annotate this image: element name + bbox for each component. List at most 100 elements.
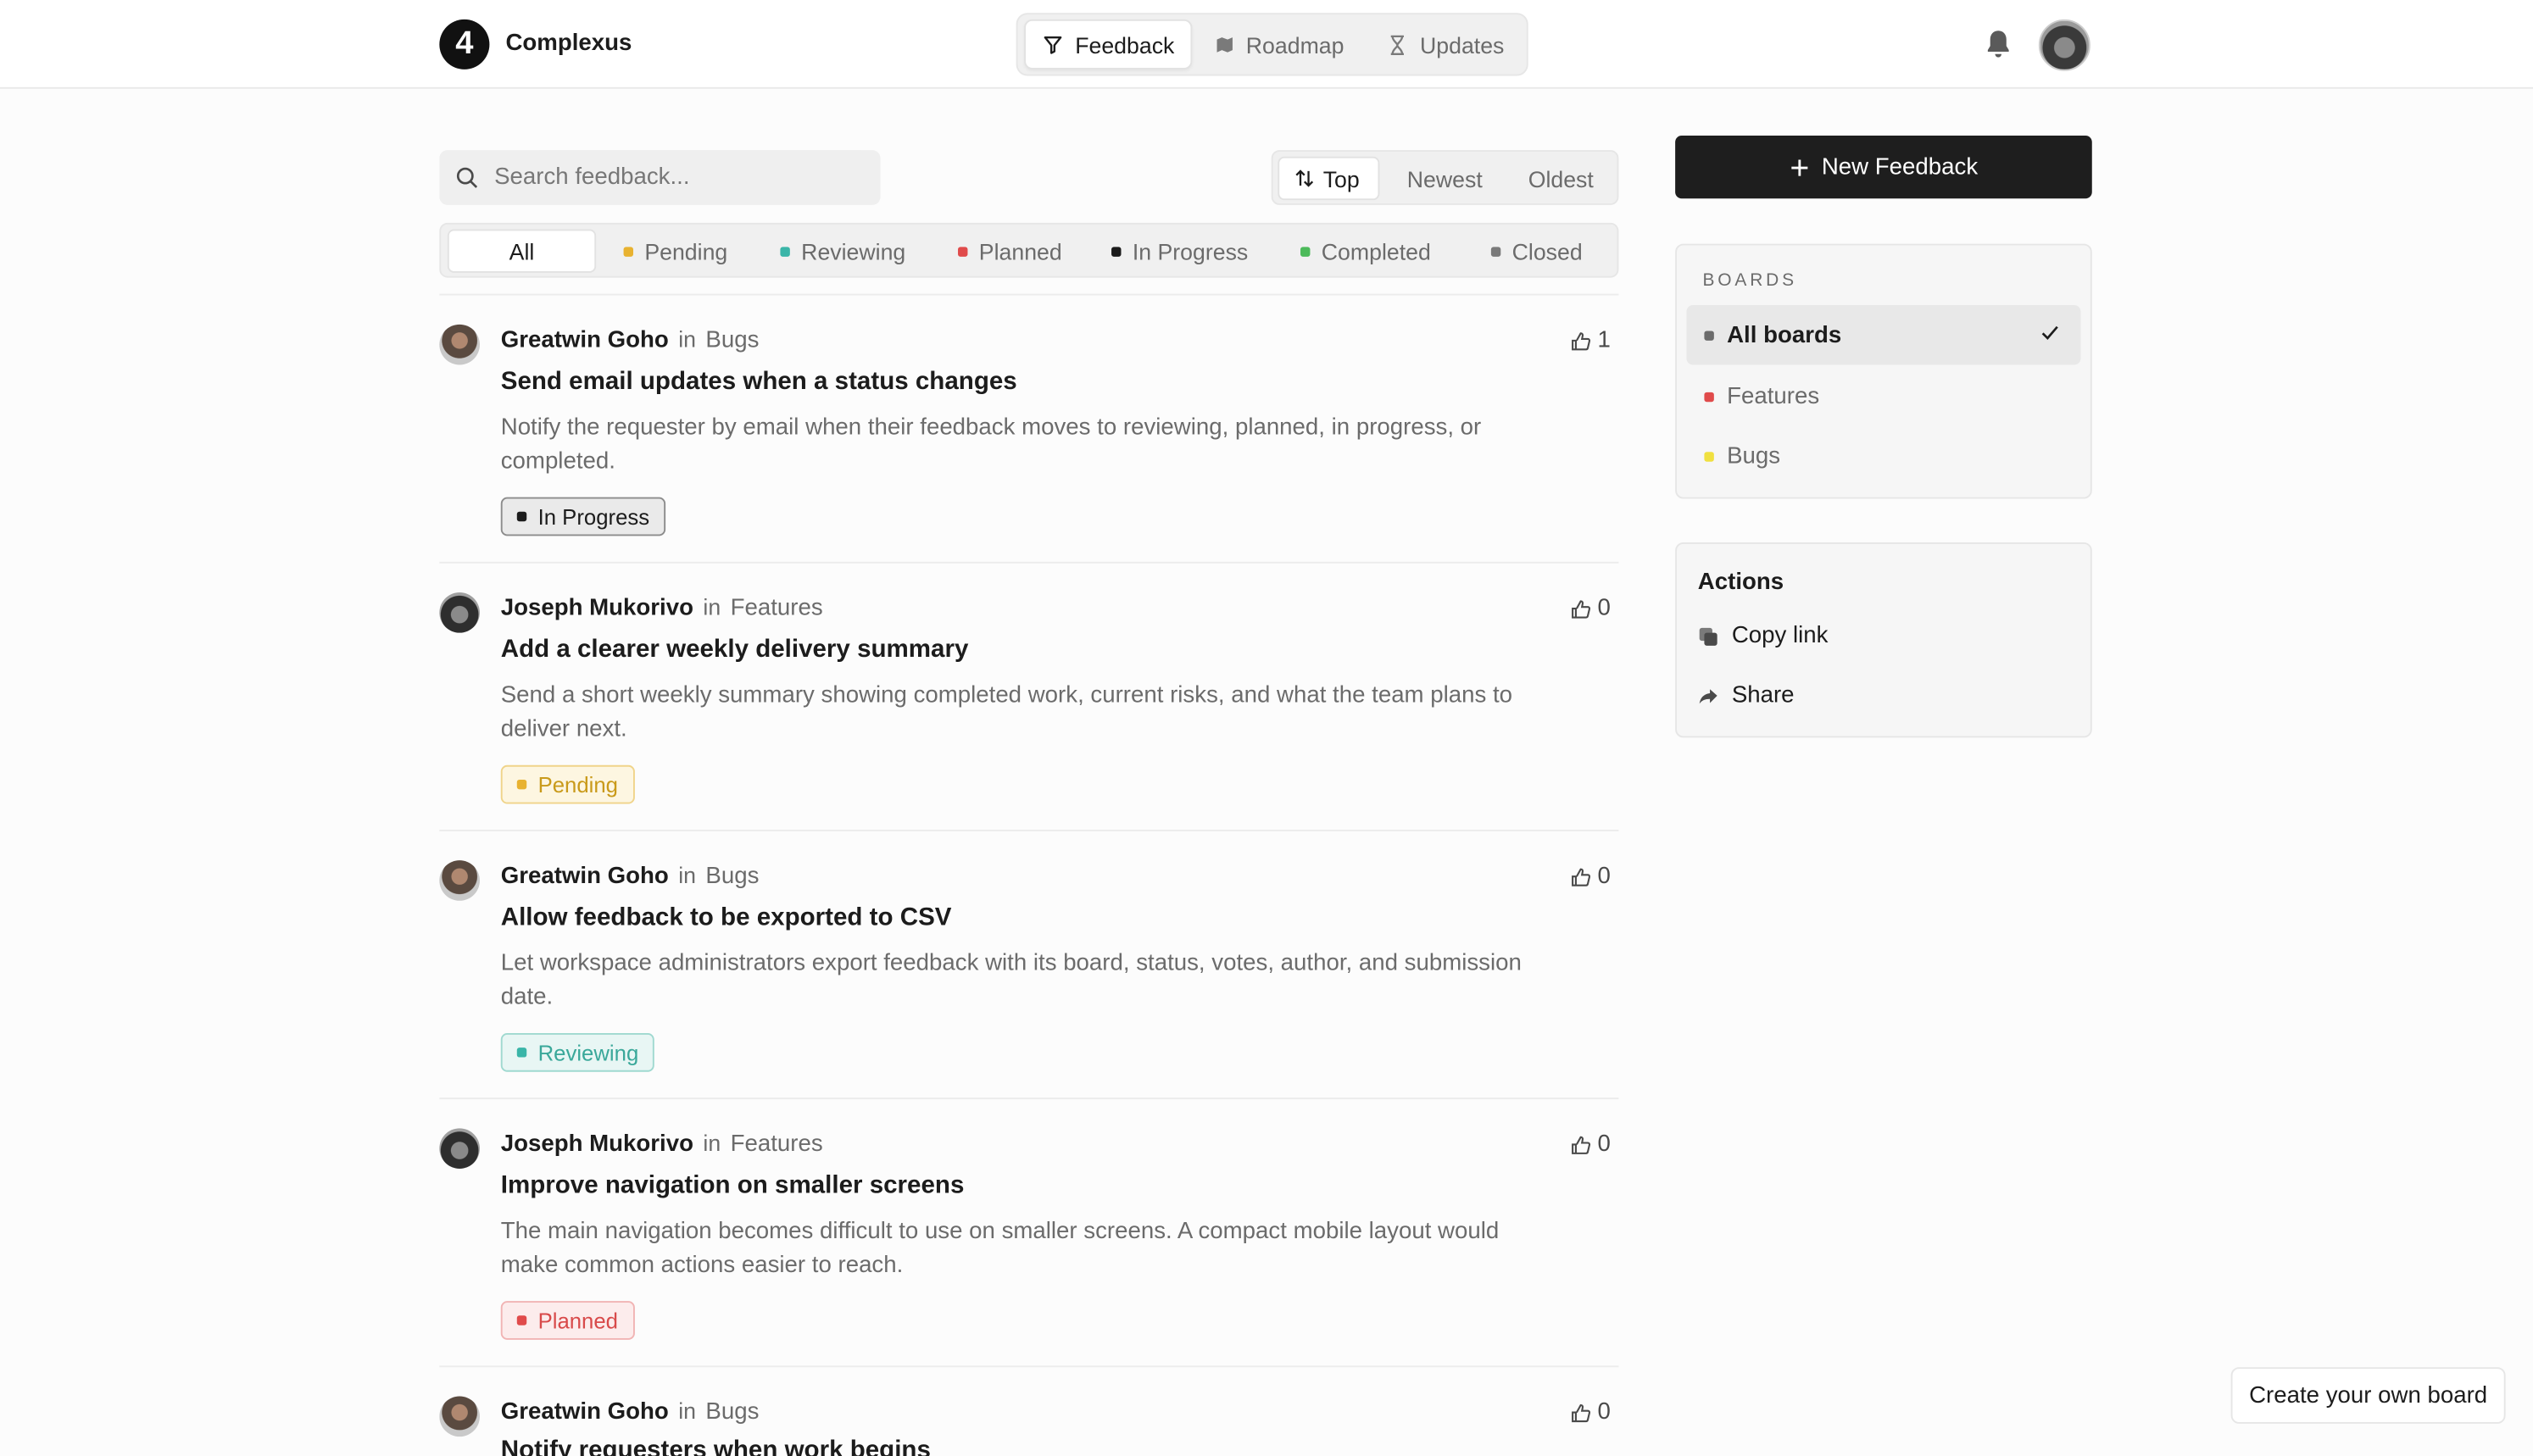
copy-icon [1699, 626, 1717, 645]
author-avatar [439, 1396, 480, 1437]
upvote-button[interactable]: 0 [1570, 864, 1611, 889]
post-in-word: in [678, 862, 696, 888]
post-author: Greatwin Goho [500, 1399, 669, 1425]
feedback-post[interactable]: Greatwin Goho in Bugs 0 Notify requester… [439, 1396, 1618, 1456]
filter-all[interactable]: All [447, 229, 597, 273]
filter-pending[interactable]: Pending [623, 229, 728, 272]
post-board: Features [730, 595, 823, 622]
status-badge: Reviewing [500, 1032, 655, 1072]
post-title[interactable]: Improve navigation on smaller screens [501, 1172, 965, 1201]
post-in-word: in [678, 1398, 696, 1424]
post-title[interactable]: Send email updates when a status changes [501, 368, 1017, 397]
board-item-features[interactable]: Features [1686, 366, 2080, 425]
tab-updates-label: Updates [1420, 31, 1505, 58]
status-badge: Pending [500, 764, 635, 804]
post-board: Bugs [705, 327, 760, 354]
post-divider [439, 561, 1619, 564]
filter-completed[interactable]: Completed [1300, 229, 1431, 272]
feedback-post[interactable]: Greatwin Goho in Bugs 1 Send email updat… [439, 324, 1618, 542]
brand-logo[interactable]: 4 [439, 19, 490, 69]
tab-updates[interactable]: Updates [1370, 19, 1523, 69]
upvote-button[interactable]: 0 [1570, 1131, 1611, 1158]
post-title[interactable]: Notify requesters when work begins [501, 1437, 931, 1456]
reviewing-dot-icon [780, 246, 790, 256]
board-dot-icon [1704, 451, 1714, 461]
author-avatar [439, 324, 480, 365]
sort-oldest-label: Oldest [1528, 165, 1594, 192]
board-label: Bugs [1727, 442, 1781, 470]
filter-closed[interactable]: Closed [1490, 229, 1583, 272]
boards-panel: BOARDS All boards Features Bugs [1675, 243, 2092, 499]
upvote-button[interactable]: 1 [1570, 328, 1611, 353]
post-in-word: in [678, 325, 696, 353]
author-avatar [439, 1128, 480, 1169]
filter-planned[interactable]: Planned [958, 229, 1062, 272]
thumbs-up-icon [1571, 1403, 1590, 1422]
board-dot-icon [1704, 391, 1714, 402]
post-description: Let workspace administrators export feed… [500, 950, 1522, 1010]
board-label: Features [1727, 383, 1820, 409]
post-meta: Joseph Mukorivo in Features [501, 594, 823, 621]
sort-newest-button[interactable]: Newest [1393, 157, 1497, 200]
filter-funnel-icon [1044, 35, 1062, 53]
sort-top-label: Top [1322, 165, 1360, 192]
post-meta: Greatwin Goho in Bugs [501, 862, 760, 889]
post-author: Greatwin Goho [500, 863, 669, 890]
thumbs-up-icon [1571, 1135, 1590, 1153]
board-item-all[interactable]: All boards [1686, 304, 2081, 365]
post-title[interactable]: Add a clearer weekly delivery summary [501, 636, 969, 664]
planned-dot-icon [958, 246, 968, 256]
upvote-button[interactable]: 0 [1570, 1399, 1611, 1425]
sort-top-button[interactable]: Top [1278, 156, 1380, 201]
copy-link-action[interactable]: Copy link [1698, 623, 1828, 649]
search-input[interactable] [494, 164, 850, 191]
board-item-bugs[interactable]: Bugs [1686, 426, 2080, 486]
feedback-post[interactable]: Joseph Mukorivo in Features 0 Add a clea… [439, 592, 1618, 810]
post-in-word: in [703, 1130, 721, 1156]
status-badge-label: In Progress [537, 504, 650, 529]
post-board: Bugs [705, 1399, 760, 1425]
tab-roadmap[interactable]: Roadmap [1199, 19, 1361, 69]
list-divider [439, 293, 1619, 296]
post-meta: Joseph Mukorivo in Features [501, 1130, 823, 1157]
upvote-button[interactable]: 0 [1570, 596, 1611, 621]
filter-reviewing[interactable]: Reviewing [780, 229, 905, 272]
author-avatar [439, 860, 480, 901]
hourglass-icon [1390, 34, 1404, 54]
checkmark-icon [2041, 325, 2058, 340]
vote-count: 0 [1597, 1399, 1611, 1425]
boards-heading: BOARDS [1702, 270, 1797, 291]
bell-icon[interactable] [1984, 27, 2012, 59]
feedback-post[interactable]: Joseph Mukorivo in Features 0 Improve na… [439, 1128, 1618, 1346]
thumbs-up-icon [1571, 867, 1590, 886]
status-dot-icon [516, 1048, 527, 1058]
author-avatar [439, 592, 480, 633]
post-author: Joseph Mukorivo [500, 1131, 693, 1158]
completed-dot-icon [1300, 246, 1311, 256]
tab-roadmap-label: Roadmap [1245, 31, 1344, 58]
filter-planned-label: Planned [978, 237, 1062, 264]
sort-oldest-button[interactable]: Oldest [1514, 157, 1608, 200]
post-meta: Greatwin Goho in Bugs [501, 326, 760, 353]
closed-dot-icon [1490, 246, 1501, 256]
feedback-post[interactable]: Greatwin Goho in Bugs 0 Allow feedback t… [439, 860, 1618, 1078]
post-description: Send a short weekly summary showing comp… [500, 682, 1513, 742]
board-label: All boards [1727, 321, 1842, 348]
filter-in-progress[interactable]: In Progress [1111, 229, 1248, 272]
brand-name[interactable]: Complexus [505, 31, 632, 56]
new-feedback-button[interactable]: New Feedback [1675, 135, 2092, 199]
tab-feedback[interactable]: Feedback [1024, 19, 1193, 69]
post-in-word: in [703, 593, 721, 620]
post-title[interactable]: Allow feedback to be exported to CSV [501, 904, 952, 933]
status-badge: In Progress [500, 497, 666, 536]
post-divider [439, 1098, 1619, 1100]
create-board-button[interactable]: Create your own board [2230, 1367, 2506, 1424]
tab-feedback-label: Feedback [1075, 31, 1175, 58]
filter-pending-label: Pending [644, 237, 728, 264]
post-description: Notify the requester by email when their… [500, 414, 1482, 475]
user-avatar[interactable] [2038, 19, 2090, 71]
post-author: Joseph Mukorivo [500, 595, 693, 622]
sort-newest-label: Newest [1406, 165, 1483, 192]
share-action[interactable]: Share [1698, 683, 1795, 709]
post-meta: Greatwin Goho in Bugs [501, 1398, 760, 1425]
